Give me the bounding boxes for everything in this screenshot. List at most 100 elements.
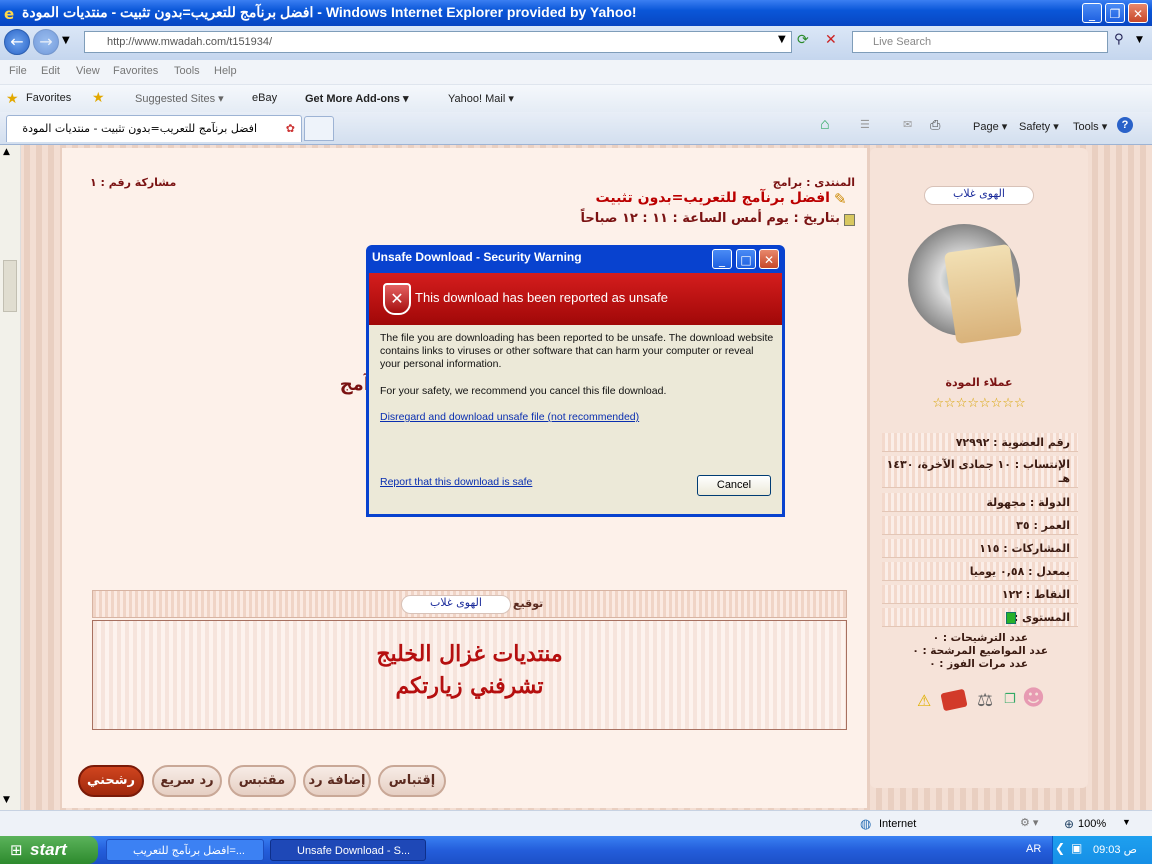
tools-menu[interactable]: Tools ▾ bbox=[1073, 120, 1107, 133]
menu-file[interactable]: File bbox=[9, 65, 27, 77]
warning-icon[interactable]: ⚠ bbox=[917, 691, 931, 710]
avatar-scroll-image bbox=[943, 243, 1023, 345]
profile-icon[interactable]: ☻ bbox=[1022, 686, 1045, 711]
menu-view[interactable]: View bbox=[76, 65, 100, 77]
scroll-thumb[interactable] bbox=[3, 260, 17, 312]
menu-bar: File Edit View Favorites Tools Help bbox=[0, 60, 1152, 85]
scroll-down-icon[interactable]: ▼ bbox=[3, 795, 10, 805]
age: العمر : ٣٥ bbox=[882, 516, 1078, 535]
search-box[interactable]: Live Search bbox=[852, 31, 1108, 53]
search-options-icon[interactable]: ▼ bbox=[1136, 35, 1143, 45]
zoom-level[interactable]: 100% bbox=[1078, 818, 1106, 830]
protected-mode-icon[interactable]: ⚙ ▾ bbox=[1020, 816, 1038, 829]
signature-line-2: تشرفني زيارتكم bbox=[395, 673, 544, 699]
address-dropdown-icon[interactable]: ▼ bbox=[778, 34, 786, 45]
mail-icon[interactable]: ✉ bbox=[903, 118, 912, 131]
vertical-scrollbar[interactable]: ▲ ▼ bbox=[0, 145, 21, 810]
shield-warning-icon: ✕ bbox=[383, 283, 411, 315]
recent-pages-dropdown-icon[interactable]: ▼ bbox=[62, 35, 70, 46]
taskbar: start ⊞ افضل برنآمج للتعريب=... Unsafe D… bbox=[0, 836, 1152, 864]
multi-quote-button[interactable]: إقتباس bbox=[378, 765, 446, 797]
fav-link-suggested-sites[interactable]: Suggested Sites ▾ bbox=[135, 92, 224, 105]
favorites-button[interactable]: Favorites bbox=[26, 92, 71, 104]
help-icon[interactable]: ? bbox=[1117, 117, 1133, 133]
tab-title: افضل برنآمج للتعريب=بدون تثبيت - منتديات… bbox=[22, 122, 257, 135]
refresh-icon[interactable]: ⟳ bbox=[797, 32, 809, 48]
close-window-button[interactable]: ✕ bbox=[1128, 3, 1148, 23]
search-icon[interactable]: ⚲ bbox=[1114, 32, 1124, 47]
address-url: http://www.mwadah.com/t151934/ bbox=[107, 36, 273, 48]
windows-logo-icon: ⊞ bbox=[10, 841, 23, 859]
feeds-icon[interactable]: ☰ bbox=[860, 118, 870, 131]
fav-link-addons[interactable]: Get More Add-ons ▾ bbox=[305, 92, 409, 105]
menu-edit[interactable]: Edit bbox=[41, 65, 60, 77]
command-bar: ⌂ ☰ ✉ ⎙ Page ▾ Safety ▾ Tools ▾ ? bbox=[810, 112, 1152, 142]
post-date: بتاريخ : يوم أمس الساعة : ١١ : ١٢ صباحاً bbox=[580, 211, 840, 226]
zoom-dropdown-icon[interactable]: ▼ bbox=[1122, 817, 1131, 827]
stop-icon[interactable]: ✕ bbox=[825, 32, 837, 48]
scroll-up-icon[interactable]: ▲ bbox=[3, 147, 10, 157]
menu-favorites[interactable]: Favorites bbox=[113, 65, 158, 77]
signature-header: توقيع الهوى غلاب bbox=[92, 590, 847, 618]
taskbar-item-browser[interactable]: افضل برنآمج للتعريب=... bbox=[106, 839, 264, 861]
security-zone[interactable]: Internet bbox=[879, 818, 916, 830]
signature-label: توقيع bbox=[513, 597, 544, 610]
language-indicator[interactable]: AR bbox=[1026, 843, 1041, 855]
clock[interactable]: 09:03 ص bbox=[1093, 843, 1137, 856]
dialog-maximize-button[interactable]: □ bbox=[736, 249, 756, 269]
globe-icon: ◍ bbox=[860, 816, 872, 831]
forward-button[interactable]: → bbox=[33, 29, 59, 55]
username[interactable]: الهوى غلاب bbox=[924, 186, 1034, 205]
level-indicator-icon bbox=[1006, 612, 1016, 624]
zoom-icon[interactable]: ⊕ bbox=[1064, 817, 1074, 831]
ie-logo-icon: e bbox=[4, 5, 15, 23]
back-button[interactable]: ← bbox=[4, 29, 30, 55]
pages-icon[interactable]: ❐ bbox=[1004, 692, 1016, 707]
dialog-close-button[interactable]: ✕ bbox=[759, 249, 779, 269]
security-warning-dialog: Unsafe Download - Security Warning _ □ ✕… bbox=[366, 245, 785, 517]
post-text-fragment: آمج bbox=[339, 374, 370, 395]
nominations-count: عدد الترشيحات : ٠ bbox=[932, 632, 1028, 644]
taskbar-item-dialog[interactable]: Unsafe Download - S... bbox=[270, 839, 426, 861]
add-reply-button[interactable]: إضافة رد bbox=[303, 765, 371, 797]
page-menu[interactable]: Page ▾ bbox=[973, 120, 1007, 133]
address-bar[interactable]: http://www.mwadah.com/t151934/ bbox=[84, 31, 792, 53]
signature-line-1: منتديات غزال الخليج bbox=[376, 641, 563, 667]
post-count: المشاركات : ١١٥ bbox=[882, 539, 1078, 558]
pencil-icon: ✎ bbox=[834, 190, 847, 208]
forum-label[interactable]: المنتدى : برامج bbox=[560, 176, 855, 189]
report-safe-link[interactable]: Report that this download is safe bbox=[380, 476, 532, 489]
dialog-message: The file you are downloading has been re… bbox=[380, 332, 774, 370]
add-favorites-icon[interactable]: ★ bbox=[92, 89, 105, 106]
restore-button[interactable]: ❐ bbox=[1105, 3, 1125, 23]
safety-menu[interactable]: Safety ▾ bbox=[1019, 120, 1059, 133]
disregard-download-link[interactable]: Disregard and download unsafe file (not … bbox=[380, 411, 639, 424]
signature-box: منتديات غزال الخليج تشرفني زيارتكم bbox=[92, 620, 847, 730]
minimize-button[interactable]: _ bbox=[1082, 3, 1102, 23]
dialog-header-text: This download has been reported as unsaf… bbox=[415, 290, 668, 305]
quick-reply-button[interactable]: رد سريع bbox=[152, 765, 222, 797]
print-icon[interactable]: ⎙ bbox=[930, 117, 940, 133]
join-date: الإنتساب : ١٠ جمادى الآخرة، ١٤٣٠ هـ bbox=[882, 456, 1078, 488]
new-tab-button[interactable] bbox=[304, 116, 334, 141]
network-icon[interactable]: ▣ bbox=[1071, 841, 1082, 855]
fav-link-ebay[interactable]: eBay bbox=[252, 92, 277, 104]
post-number: مشاركة رقم : ١ bbox=[90, 176, 177, 189]
address-toolbar: ← → ▼ http://www.mwadah.com/t151934/ ▼ ⟳… bbox=[0, 26, 1152, 60]
dialog-title: Unsafe Download - Security Warning bbox=[372, 250, 582, 264]
nominate-button[interactable]: رشحني bbox=[78, 765, 144, 797]
cancel-button[interactable]: Cancel bbox=[697, 475, 771, 496]
fav-link-yahoo-mail[interactable]: Yahoo! Mail ▾ bbox=[448, 92, 514, 105]
menu-help[interactable]: Help bbox=[214, 65, 237, 77]
tab-current[interactable]: ✿ افضل برنآمج للتعريب=بدون تثبيت - منتدي… bbox=[6, 115, 302, 142]
scales-icon[interactable]: ⚖ bbox=[977, 690, 993, 711]
favorites-bar: ★ Favorites ★ Suggested Sites ▾ eBay Get… bbox=[0, 85, 1152, 112]
home-icon[interactable]: ⌂ bbox=[820, 116, 830, 134]
quote-button[interactable]: مقتبس bbox=[228, 765, 296, 797]
nominated-topics-count: عدد المواضيع المرشحة : ٠ bbox=[912, 645, 1048, 657]
tray-arrow-icon[interactable]: ❮ bbox=[1055, 841, 1065, 855]
rank-stars: ☆☆☆☆☆☆☆☆ bbox=[932, 396, 1026, 411]
dialog-minimize-button[interactable]: _ bbox=[712, 249, 732, 269]
signature-name[interactable]: الهوى غلاب bbox=[401, 595, 511, 614]
menu-tools[interactable]: Tools bbox=[174, 65, 200, 77]
